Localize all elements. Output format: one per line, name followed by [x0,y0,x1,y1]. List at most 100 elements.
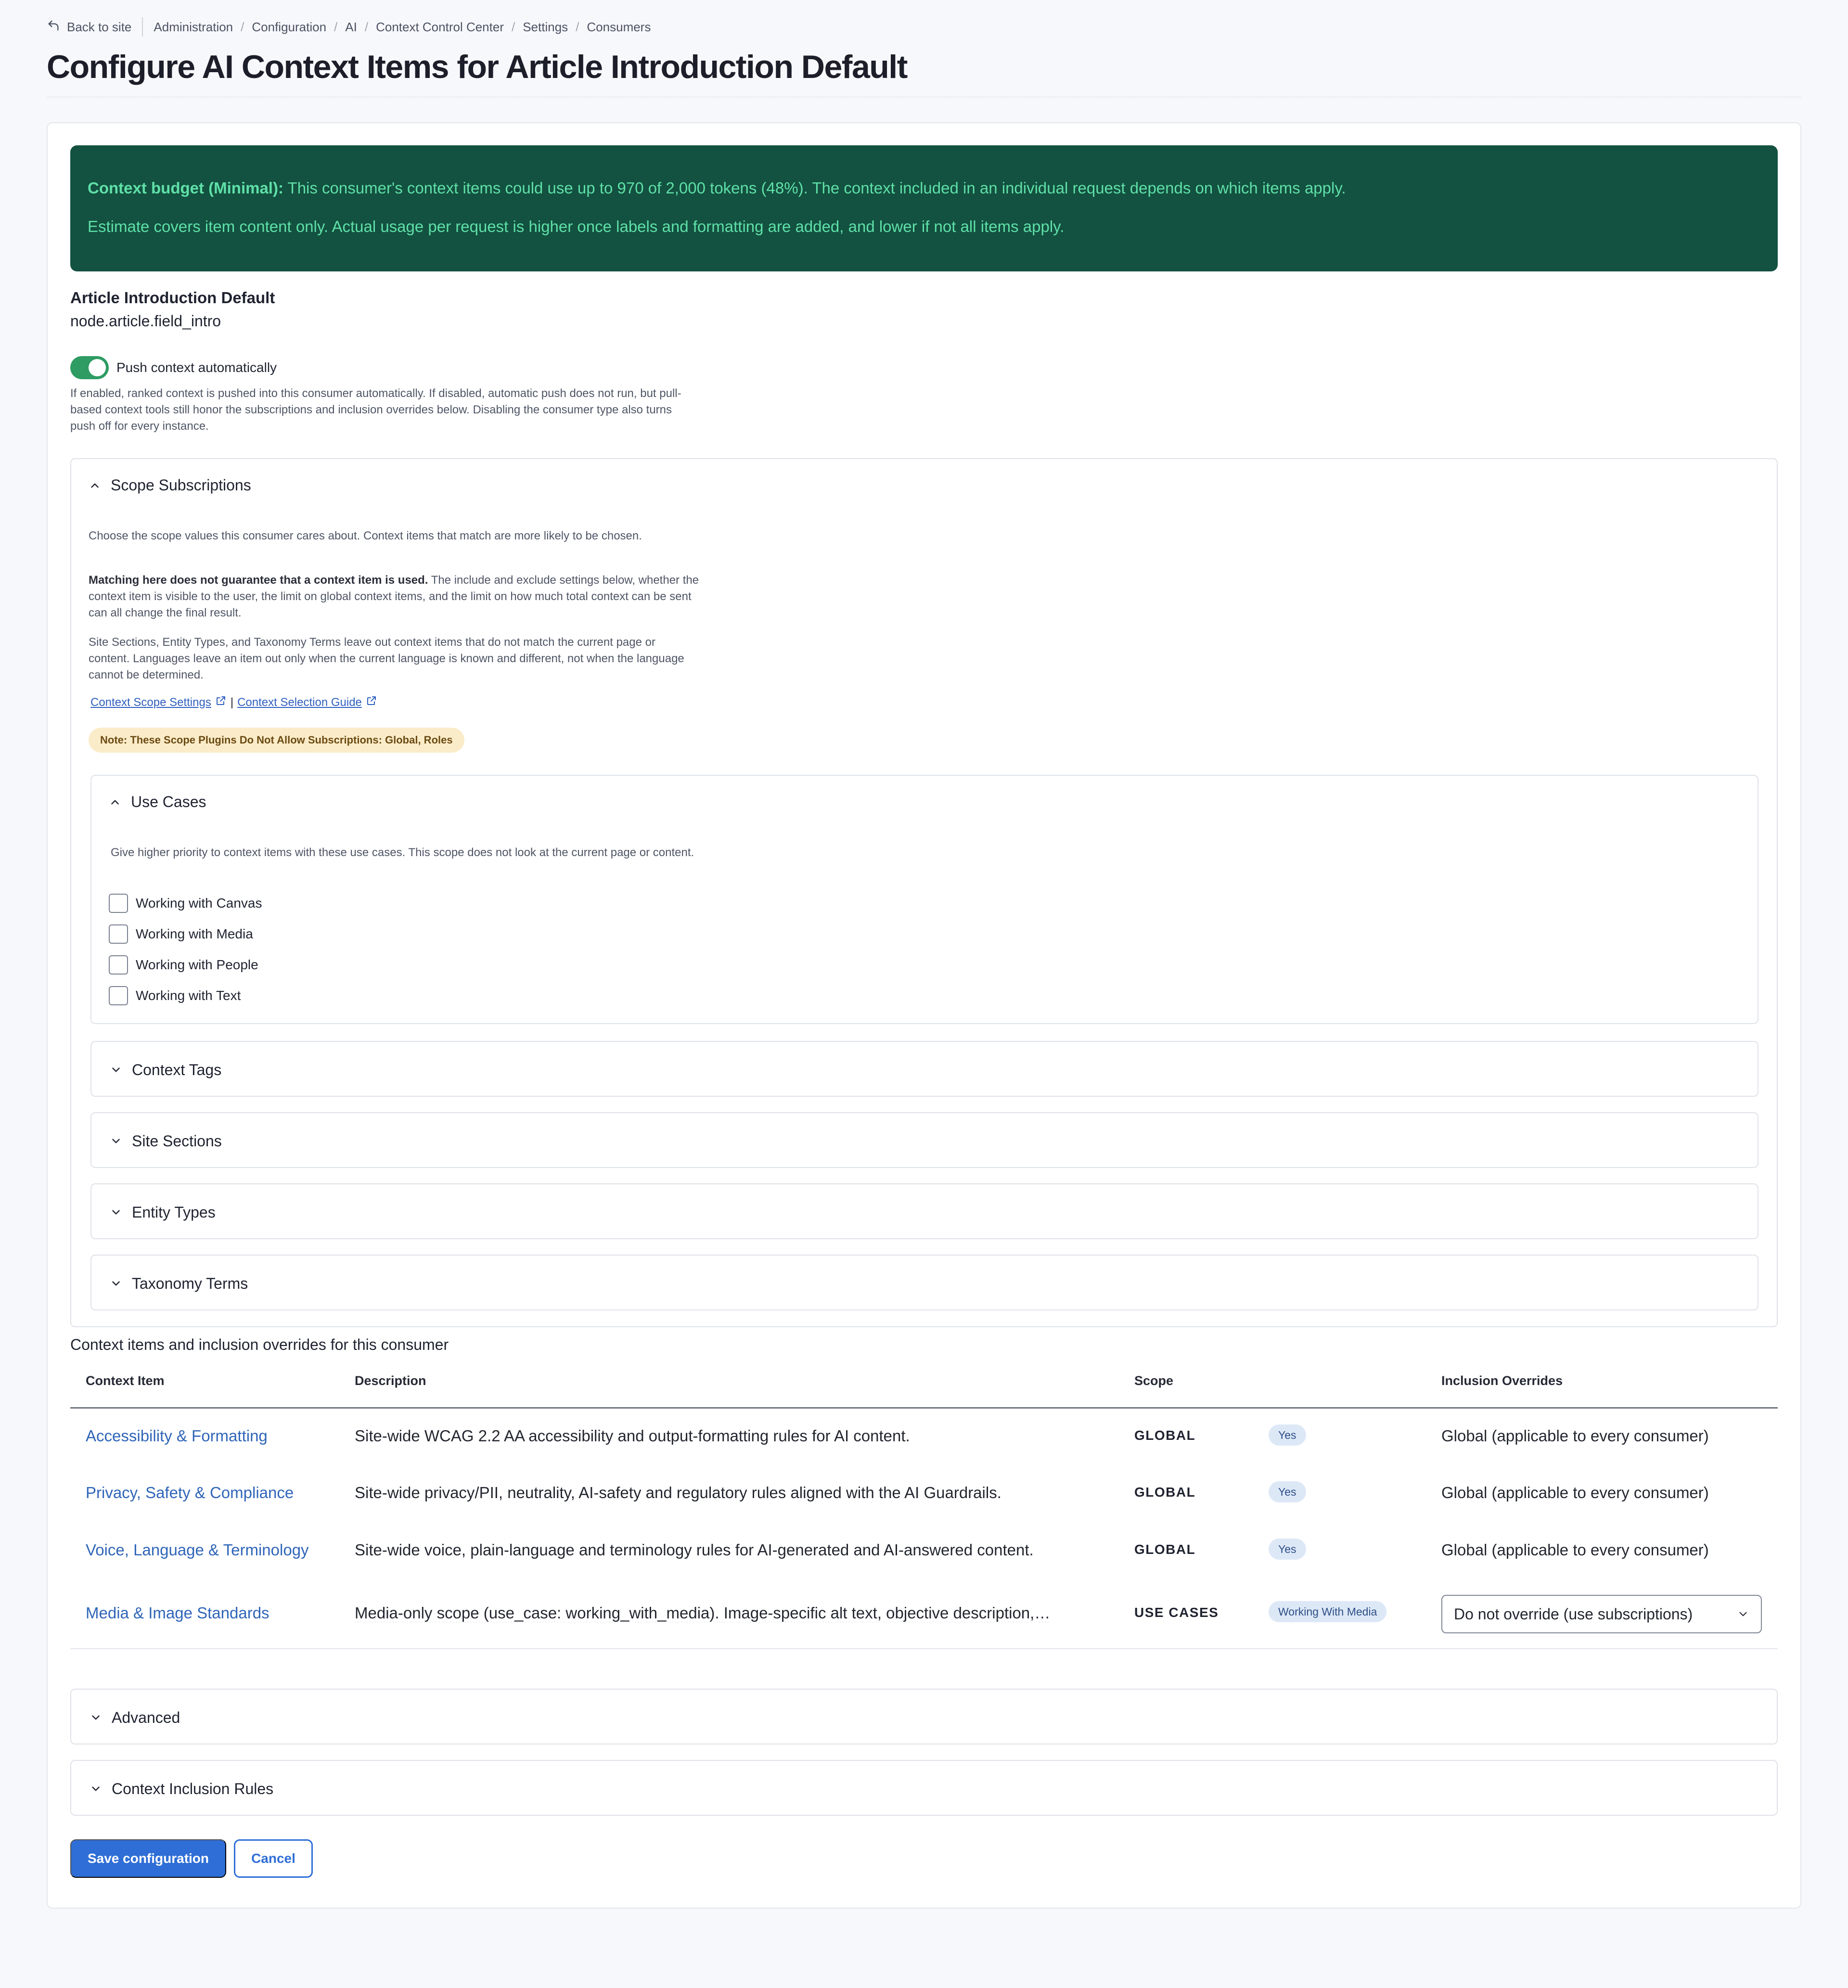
use-case-option[interactable]: Working with Canvas [109,894,262,913]
context-tags-title: Context Tags [132,1061,222,1078]
taxonomy-terms-toggle[interactable]: Taxonomy Terms [110,1256,248,1311]
breadcrumb-administration[interactable]: Administration [154,20,233,35]
site-sections-title: Site Sections [132,1132,222,1150]
context-item-description: Site-wide WCAG 2.2 AA accessibility and … [355,1427,910,1445]
use-case-option[interactable]: Working with People [109,955,262,975]
advanced-fieldset[interactable]: Advanced [70,1689,1778,1744]
scope-help-links: Context Scope Settings | Context Selecti… [90,695,377,710]
context-item-scope: GLOBAL [1134,1428,1196,1443]
context-item-description[interactable]: Media-only scope (use_case: working_with… [355,1604,1077,1622]
inclusion-override-selected: Do not override (use subscriptions) [1454,1605,1693,1623]
chevron-up-icon [109,796,121,808]
breadcrumb-separator: / [241,19,244,34]
budget-note: Estimate covers item content only. Actua… [88,218,1065,235]
breadcrumb-context-control-center[interactable]: Context Control Center [376,20,504,35]
column-header-inclusion-overrides: Inclusion Overrides [1441,1373,1563,1388]
inclusion-override-text: Global (applicable to every consumer) [1441,1484,1709,1501]
use-case-label: Working with Text [136,988,241,1003]
breadcrumb-settings[interactable]: Settings [523,20,568,35]
budget-summary: Context budget (Minimal): This consumer'… [88,179,1346,197]
push-context-toggle[interactable] [70,356,109,379]
link-separator: | [230,695,234,709]
use-cases-title: Use Cases [131,793,206,810]
use-case-option[interactable]: Working with Text [109,986,262,1005]
breadcrumb-separator: / [334,19,338,34]
use-case-label: Working with Media [136,926,253,941]
context-tags-fieldset[interactable]: Context Tags [90,1041,1758,1097]
scope-badge: Yes [1269,1539,1306,1560]
consumer-machine-name: node.article.field_intro [70,312,221,330]
scope-intro: Choose the scope values this consumer ca… [89,529,642,542]
scope-warning: Matching here does not guarantee that a … [89,572,700,621]
breadcrumb-divider [142,17,143,37]
context-item-scope: GLOBAL [1134,1485,1196,1500]
budget-text: This consumer's context items could use … [283,179,1346,197]
entity-types-title: Entity Types [132,1203,216,1221]
site-sections-fieldset[interactable]: Site Sections [90,1112,1758,1168]
scope-badge: Working With Media [1269,1601,1387,1622]
back-to-site-link[interactable]: Back to site [47,19,131,36]
context-tags-toggle[interactable]: Context Tags [110,1042,221,1098]
taxonomy-terms-fieldset[interactable]: Taxonomy Terms [90,1255,1758,1310]
chevron-down-icon [110,1135,122,1147]
breadcrumb-separator: / [576,19,579,34]
context-selection-guide-link[interactable]: Context Selection Guide [237,696,362,709]
checkbox[interactable] [109,924,128,944]
external-link-icon [215,695,227,710]
breadcrumb-configuration[interactable]: Configuration [252,20,326,35]
scope-badge: Yes [1269,1424,1306,1446]
scope-plugins-note-badge: Note: These Scope Plugins Do Not Allow S… [89,728,464,753]
budget-label: Context budget (Minimal): [88,179,283,197]
context-item-link[interactable]: Accessibility & Formatting [86,1427,268,1445]
context-inclusion-rules-toggle[interactable]: Context Inclusion Rules [90,1761,273,1817]
save-configuration-button[interactable]: Save configuration [70,1839,226,1878]
inclusion-override-select[interactable]: Do not override (use subscriptions) [1441,1595,1762,1633]
column-header-description: Description [355,1373,426,1388]
table-header-rule [70,1407,1778,1409]
checkbox[interactable] [109,894,128,913]
context-item-link[interactable]: Privacy, Safety & Compliance [86,1484,294,1502]
context-inclusion-rules-fieldset[interactable]: Context Inclusion Rules [70,1760,1778,1816]
chevron-up-icon [89,479,101,492]
breadcrumb-consumers[interactable]: Consumers [587,20,651,35]
use-case-label: Working with People [136,957,258,972]
entity-types-toggle[interactable]: Entity Types [110,1184,216,1240]
table-bottom-rule [70,1648,1778,1649]
inclusion-override-text: Global (applicable to every consumer) [1441,1427,1709,1445]
consumer-name: Article Introduction Default [70,289,275,307]
external-link-icon [366,695,377,710]
breadcrumb-ai[interactable]: AI [345,20,357,35]
context-item-scope: USE CASES [1134,1605,1219,1620]
cancel-button[interactable]: Cancel [234,1839,313,1878]
checkbox[interactable] [109,986,128,1005]
advanced-title: Advanced [112,1708,180,1726]
scope-subscriptions-toggle[interactable]: Scope Subscriptions [89,476,251,494]
breadcrumb-separator: / [511,19,515,34]
chevron-down-icon [110,1064,122,1076]
use-cases-toggle[interactable]: Use Cases [109,793,206,811]
column-header-context-item: Context Item [86,1373,165,1388]
chevron-down-icon [110,1206,122,1218]
scope-warning-bold: Matching here does not guarantee that a … [89,574,428,587]
context-scope-settings-link[interactable]: Context Scope Settings [90,696,211,709]
context-item-link[interactable]: Media & Image Standards [86,1604,270,1622]
breadcrumb-separator: / [364,19,369,34]
chevron-down-icon [90,1711,102,1724]
checkbox[interactable] [109,955,128,975]
use-case-option[interactable]: Working with Media [109,924,262,944]
context-item-description: Site-wide voice, plain-language and term… [355,1541,1034,1559]
entity-types-fieldset[interactable]: Entity Types [90,1183,1758,1239]
context-item-description: Site-wide privacy/PII, neutrality, AI-sa… [355,1484,1001,1501]
taxonomy-terms-title: Taxonomy Terms [132,1274,248,1292]
context-item-link[interactable]: Voice, Language & Terminology [86,1541,309,1559]
site-sections-toggle[interactable]: Site Sections [110,1113,222,1169]
push-context-description: If enabled, ranked context is pushed int… [70,387,681,433]
advanced-toggle[interactable]: Advanced [90,1690,180,1745]
page-title: Configure AI Context Items for Article I… [47,49,908,85]
inclusion-override-text: Global (applicable to every consumer) [1441,1541,1709,1559]
back-arrow-icon [47,19,60,36]
context-inclusion-rules-title: Context Inclusion Rules [112,1780,274,1797]
back-to-site-label: Back to site [67,19,132,34]
scope-badge: Yes [1269,1481,1306,1502]
use-cases-fieldset [90,775,1758,1024]
